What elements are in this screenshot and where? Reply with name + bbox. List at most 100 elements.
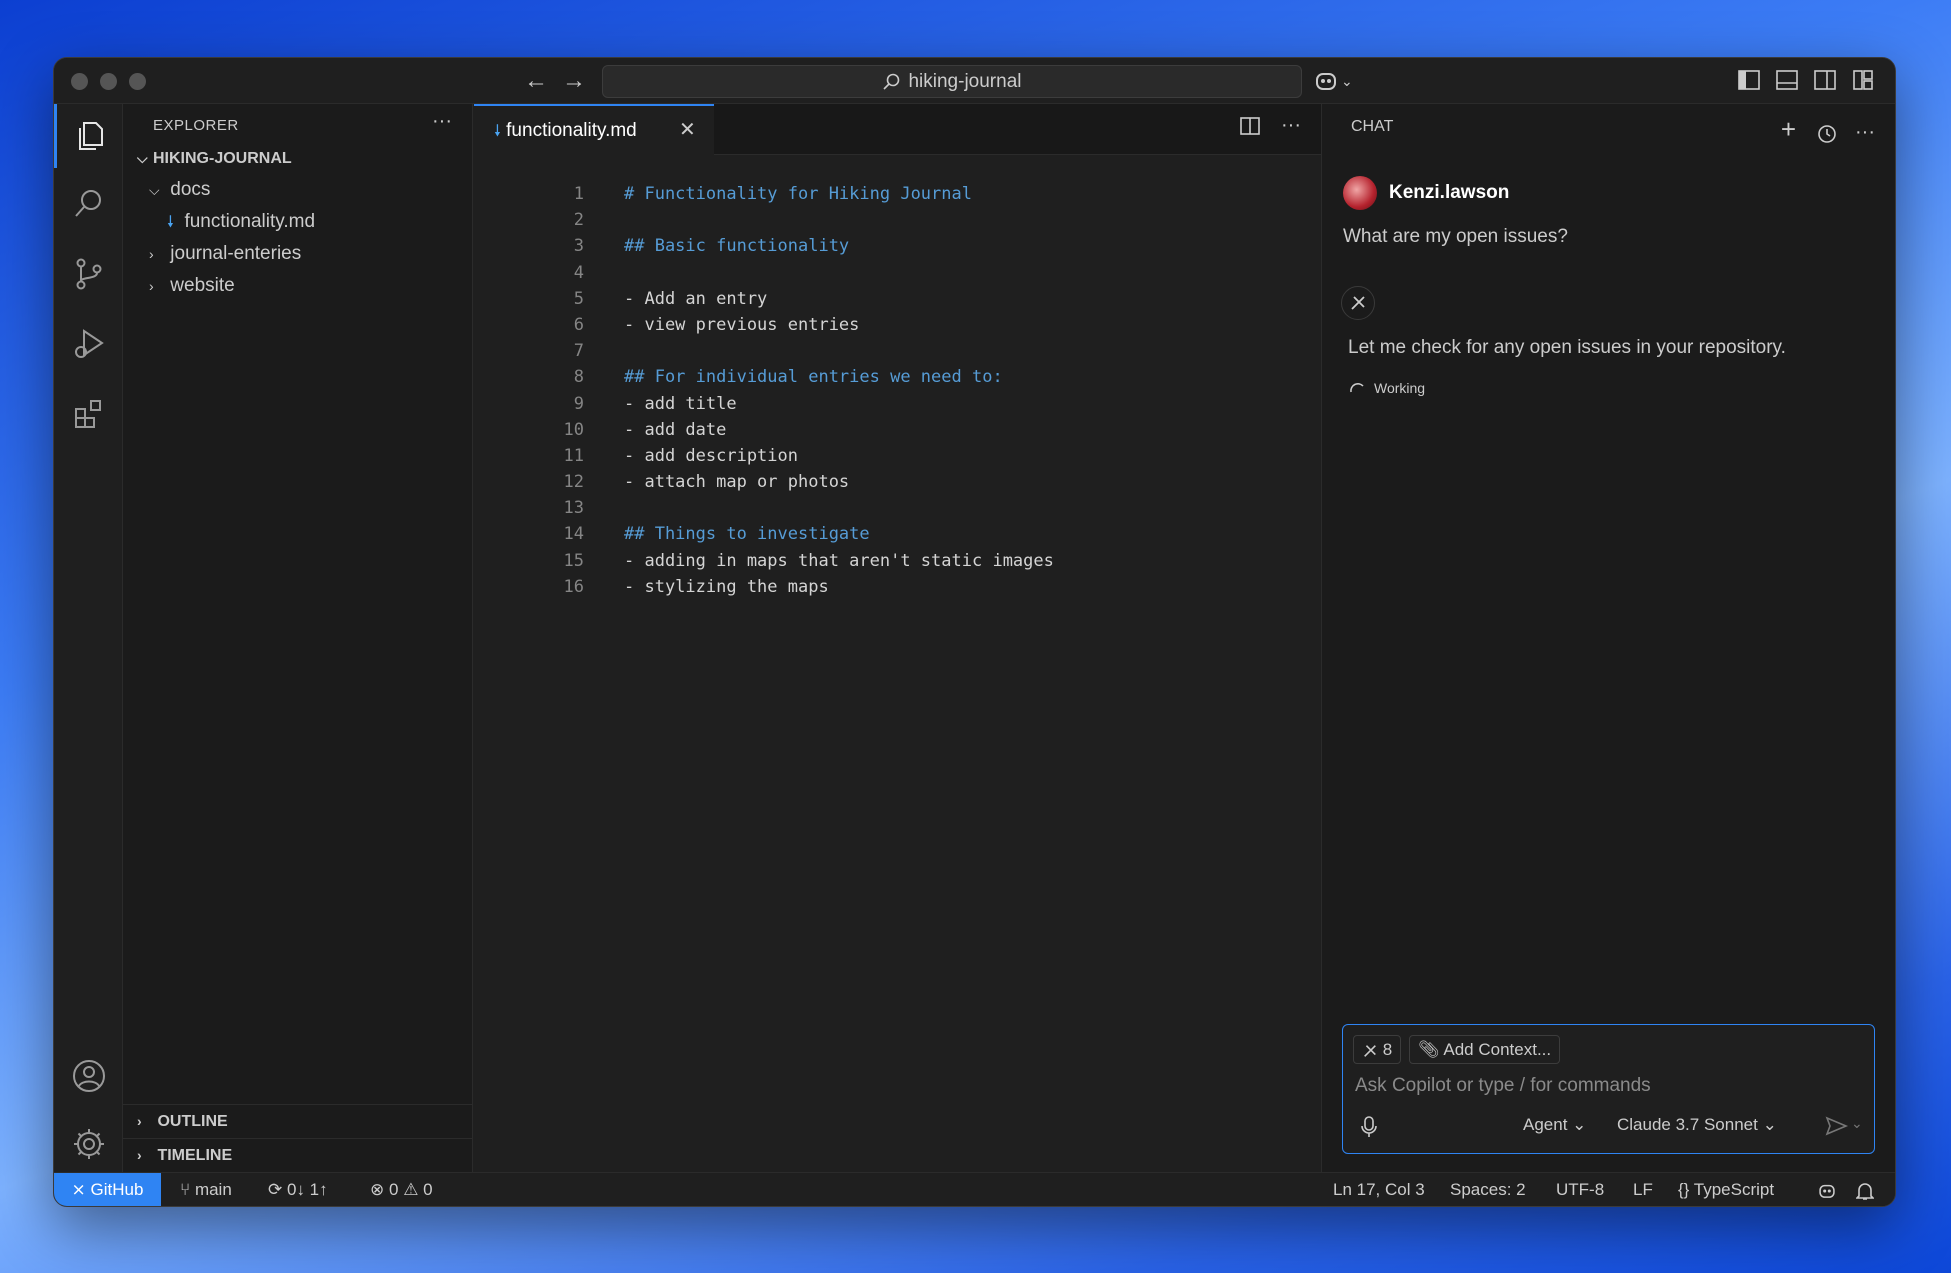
more-actions-icon[interactable]: ··· <box>1281 114 1301 136</box>
add-context-label: Add Context... <box>1443 1040 1552 1059</box>
model-picker[interactable]: Claude 3.7 Sonnet ⌄ <box>1617 1115 1777 1135</box>
branch-indicator[interactable]: ⑂ main <box>180 1173 232 1206</box>
more-actions-icon[interactable]: ··· <box>432 110 452 133</box>
editor-tabs: 🠗 functionality.md ✕ ··· <box>474 104 1321 155</box>
sync-label: 0↓ 1↑ <box>286 1180 328 1199</box>
outline-section[interactable]: › OUTLINE <box>123 1104 472 1138</box>
search-icon[interactable] <box>54 172 123 236</box>
assistant-reply: Let me check for any open issues in your… <box>1348 337 1786 358</box>
close-window-button[interactable] <box>71 73 88 90</box>
mode-picker[interactable]: Agent ⌄ <box>1523 1115 1586 1135</box>
notifications-bell-icon[interactable] <box>1855 1173 1875 1206</box>
microphone-icon[interactable] <box>1359 1115 1379 1144</box>
history-icon[interactable] <box>1815 124 1841 143</box>
tree-file-functionality-md[interactable]: 🠗 functionality.md <box>123 206 472 238</box>
timeline-label: TIMELINE <box>157 1147 233 1164</box>
tree-folder-journal-enteries[interactable]: › journal-enteries <box>123 238 472 270</box>
encoding[interactable]: UTF-8 <box>1556 1173 1604 1206</box>
remote-indicator[interactable]: ⨯ GitHub <box>54 1173 161 1206</box>
minimize-window-button[interactable] <box>100 73 117 90</box>
copilot-icon[interactable] <box>1313 68 1339 94</box>
chat-title: CHAT <box>1351 118 1394 135</box>
more-actions-icon[interactable]: ··· <box>1855 121 1875 143</box>
line-text: # Functionality for Hiking Journal <box>624 184 972 204</box>
explorer-sidebar: EXPLORER ··· ⌵ HIKING-JOURNAL ⌵ docs 🠗 fu… <box>123 104 473 1174</box>
indentation[interactable]: Spaces: 2 <box>1450 1173 1526 1206</box>
error-count: 0 <box>388 1180 399 1199</box>
line-text: - add title <box>624 393 737 414</box>
branch-label: main <box>194 1180 232 1199</box>
end-of-line[interactable]: LF <box>1633 1173 1653 1206</box>
markdown-file-icon: 🠗 <box>167 214 174 231</box>
editor-actions: ··· <box>1239 114 1301 137</box>
explorer-icon[interactable] <box>54 104 123 168</box>
line-number: 7 <box>573 341 584 362</box>
sync-indicator[interactable]: ⟳ 0↓ 1↑ <box>268 1173 328 1206</box>
search-text: hiking-journal <box>908 71 1022 92</box>
line-text: - add description <box>624 445 798 466</box>
warning-count: 0 <box>423 1180 433 1199</box>
tab-functionality-md[interactable]: 🠗 functionality.md ✕ <box>474 104 714 155</box>
root-folder-label: HIKING-JOURNAL <box>153 150 292 167</box>
line-text: - adding in maps that aren't static imag… <box>624 550 1054 571</box>
chevron-right-icon: › <box>137 1113 142 1129</box>
line-number: 6 <box>573 314 584 335</box>
timeline-section[interactable]: › TIMELINE <box>123 1138 472 1172</box>
problems-indicator[interactable]: ⊗ 0 ⚠ 0 <box>370 1173 433 1206</box>
braces-icon: {} <box>1678 1180 1690 1199</box>
line-number: 11 <box>563 445 584 466</box>
accounts-icon[interactable] <box>54 1044 123 1108</box>
toggle-primary-sidebar-icon[interactable] <box>1737 68 1763 94</box>
toggle-secondary-sidebar-icon[interactable] <box>1813 68 1839 94</box>
working-status: Working <box>1348 380 1425 398</box>
chevron-down-icon[interactable]: ⌄ <box>1851 1115 1863 1132</box>
cursor-position[interactable]: Ln 17, Col 3 <box>1333 1173 1425 1206</box>
zoom-window-button[interactable] <box>129 73 146 90</box>
language-label: TypeScript <box>1693 1180 1775 1199</box>
customize-layout-icon[interactable] <box>1851 68 1877 94</box>
line-text: - Add an entry <box>624 288 768 309</box>
mode-label: Agent <box>1523 1115 1568 1134</box>
chevron-right-icon: › <box>137 1147 142 1163</box>
tree-root-hiking-journal[interactable]: ⌵ HIKING-JOURNAL <box>123 142 472 174</box>
chat-input[interactable]: Ask Copilot or type / for commands <box>1355 1075 1651 1097</box>
tree-folder-website[interactable]: › website <box>123 270 472 302</box>
extensions-icon[interactable] <box>54 382 123 446</box>
line-text: - view previous entries <box>624 314 860 335</box>
avatar <box>1343 176 1377 210</box>
source-control-icon[interactable] <box>54 242 123 306</box>
add-context-button[interactable]: 📎︎ Add Context... <box>1409 1035 1561 1064</box>
command-center-search[interactable]: hiking-journal <box>602 65 1302 98</box>
close-icon[interactable]: ✕ <box>679 106 696 155</box>
run-and-debug-icon[interactable] <box>54 312 123 376</box>
line-text: - add date <box>624 419 727 440</box>
settings-gear-icon[interactable] <box>54 1112 123 1176</box>
toggle-panel-icon[interactable] <box>1775 68 1801 94</box>
chevron-down-icon: ⌵ <box>137 150 148 166</box>
tools-count: 8 <box>1382 1040 1393 1059</box>
new-chat-icon[interactable]: + <box>1781 114 1796 144</box>
vscode-window: ← → hiking-journal ⌄ EXPLORER ··· ⌵ HIKI… <box>53 57 1896 1207</box>
title-bar: ← → hiking-journal ⌄ <box>54 58 1895 104</box>
chat-actions: + ··· <box>1781 114 1875 145</box>
remote-icon: ⨯ <box>71 1180 86 1199</box>
search-icon <box>883 73 900 90</box>
chevron-right-icon: › <box>149 246 154 262</box>
forward-arrow-icon[interactable]: → <box>559 66 589 96</box>
markdown-file-icon: 🠗 <box>494 123 501 140</box>
tools-icon <box>1364 1044 1376 1057</box>
line-number: 8 <box>573 367 584 388</box>
copilot-status-icon[interactable] <box>1817 1173 1837 1206</box>
send-icon[interactable] <box>1825 1115 1849 1142</box>
remote-label: GitHub <box>90 1180 144 1199</box>
chevron-down-icon[interactable]: ⌄ <box>1341 68 1367 94</box>
tree-folder-docs[interactable]: ⌵ docs <box>123 174 472 206</box>
back-arrow-icon[interactable]: ← <box>521 66 551 96</box>
language-mode[interactable]: {} TypeScript <box>1678 1173 1774 1206</box>
line-text: - stylizing the maps <box>624 576 829 597</box>
split-editor-icon[interactable] <box>1239 114 1267 136</box>
status-bar: ⨯ GitHub ⑂ main ⟳ 0↓ 1↑ ⊗ 0 ⚠ 0 Ln 17, C… <box>54 1172 1895 1206</box>
model-label: Claude 3.7 Sonnet <box>1617 1115 1758 1134</box>
folder-label: journal-enteries <box>170 243 302 264</box>
tools-button[interactable]: 8 <box>1353 1035 1402 1064</box>
